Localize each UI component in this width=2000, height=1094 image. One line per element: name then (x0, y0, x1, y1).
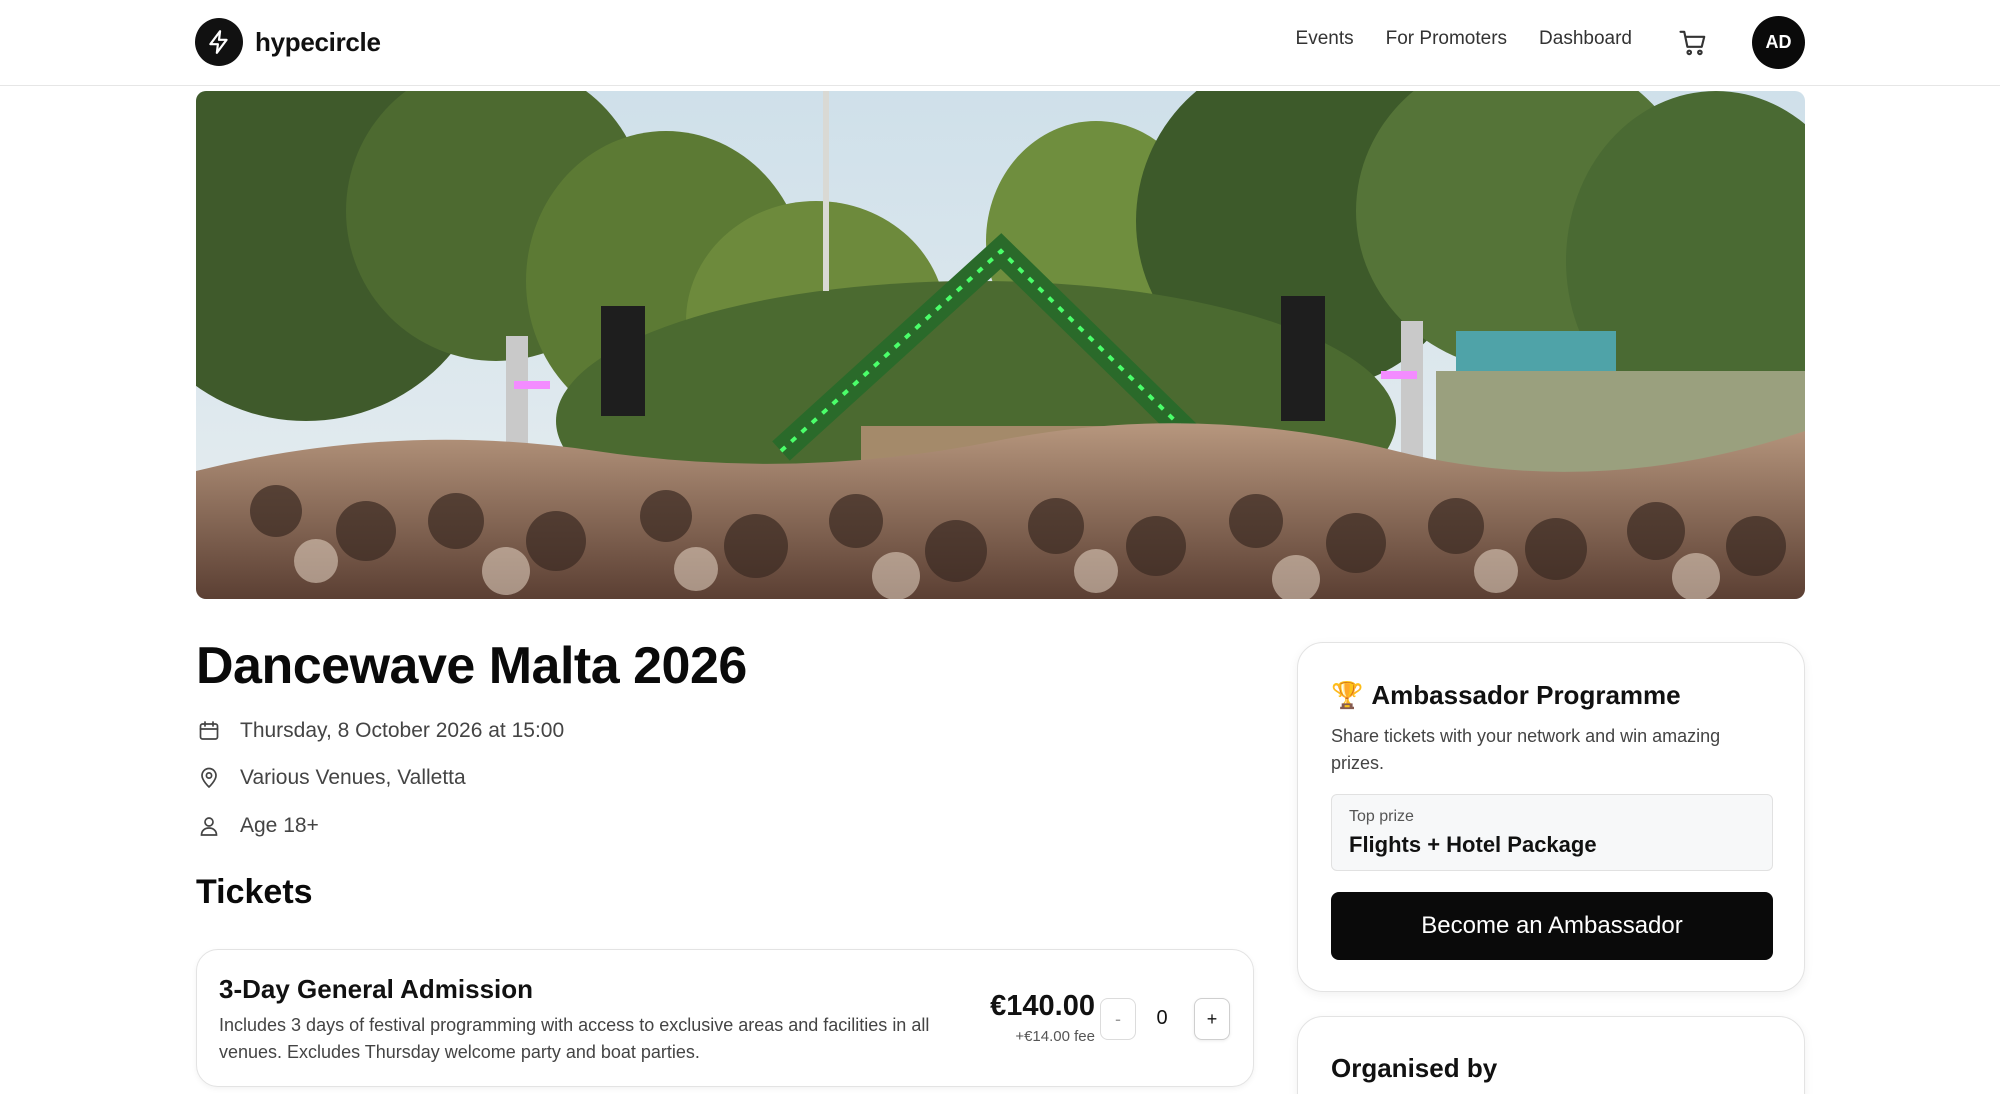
ambassador-title: 🏆 Ambassador Programme (1331, 680, 1681, 711)
ticket-description: Includes 3 days of festival programming … (219, 1015, 930, 1062)
event-age-restriction: Age 18+ (240, 814, 319, 837)
top-prize-label: Top prize (1349, 808, 1414, 825)
quantity-increase-button[interactable]: + (1194, 998, 1230, 1040)
nav-events-link[interactable]: Events (1296, 28, 1354, 50)
event-title: Dancewave Malta 2026 (196, 637, 747, 695)
ambassador-description: Share tickets with your network and win … (1331, 726, 1721, 773)
event-venue-row: Various Venues, Valletta (196, 765, 466, 791)
lightning-bolt-icon (195, 18, 243, 66)
become-ambassador-button[interactable]: Become an Ambassador (1331, 892, 1773, 960)
nav-dashboard-link[interactable]: Dashboard (1539, 28, 1632, 50)
event-date: Thursday, 8 October 2026 at 15:00 (240, 719, 565, 742)
ticket-fee: +€14.00 fee (1015, 1028, 1095, 1045)
quantity-decrease-button[interactable]: - (1100, 998, 1136, 1040)
ticket-quantity: 0 (1156, 1007, 1168, 1029)
ticket-card: 3-Day General Admission Includes 3 days … (196, 949, 1254, 1087)
user-avatar[interactable]: AD (1752, 16, 1805, 69)
event-hero-image (196, 91, 1805, 599)
nav-for-promoters-link[interactable]: For Promoters (1386, 28, 1507, 50)
tickets-heading: Tickets (196, 873, 313, 911)
ambassador-title-text: Ambassador Programme (1371, 680, 1681, 710)
ticket-name: 3-Day General Admission (219, 974, 534, 1004)
brand-name: hypecircle (255, 26, 381, 57)
top-navbar: hypecircle Events For Promoters Dashboar… (0, 0, 2000, 86)
main-nav: Events For Promoters Dashboard (1296, 28, 1632, 50)
organiser-title: Organised by (1331, 1053, 1498, 1083)
ambassador-programme-card: 🏆 Ambassador Programme Share tickets wit… (1297, 642, 1805, 992)
top-prize-box: Top prize Flights + Hotel Package (1331, 794, 1773, 871)
ticket-price: €140.00 (990, 990, 1095, 1022)
event-venue: Various Venues, Valletta (240, 766, 466, 789)
brand-logo[interactable]: hypecircle (195, 18, 381, 66)
event-date-row: Thursday, 8 October 2026 at 15:00 (196, 718, 564, 744)
map-pin-icon (196, 765, 222, 791)
event-age-row: Age 18+ (196, 813, 319, 839)
shopping-cart-icon[interactable] (1676, 26, 1710, 60)
user-icon (196, 813, 222, 839)
top-prize-value: Flights + Hotel Package (1349, 832, 1597, 857)
organiser-card: Organised by (1297, 1016, 1805, 1094)
trophy-icon: 🏆 (1331, 680, 1364, 710)
calendar-icon (196, 718, 222, 744)
